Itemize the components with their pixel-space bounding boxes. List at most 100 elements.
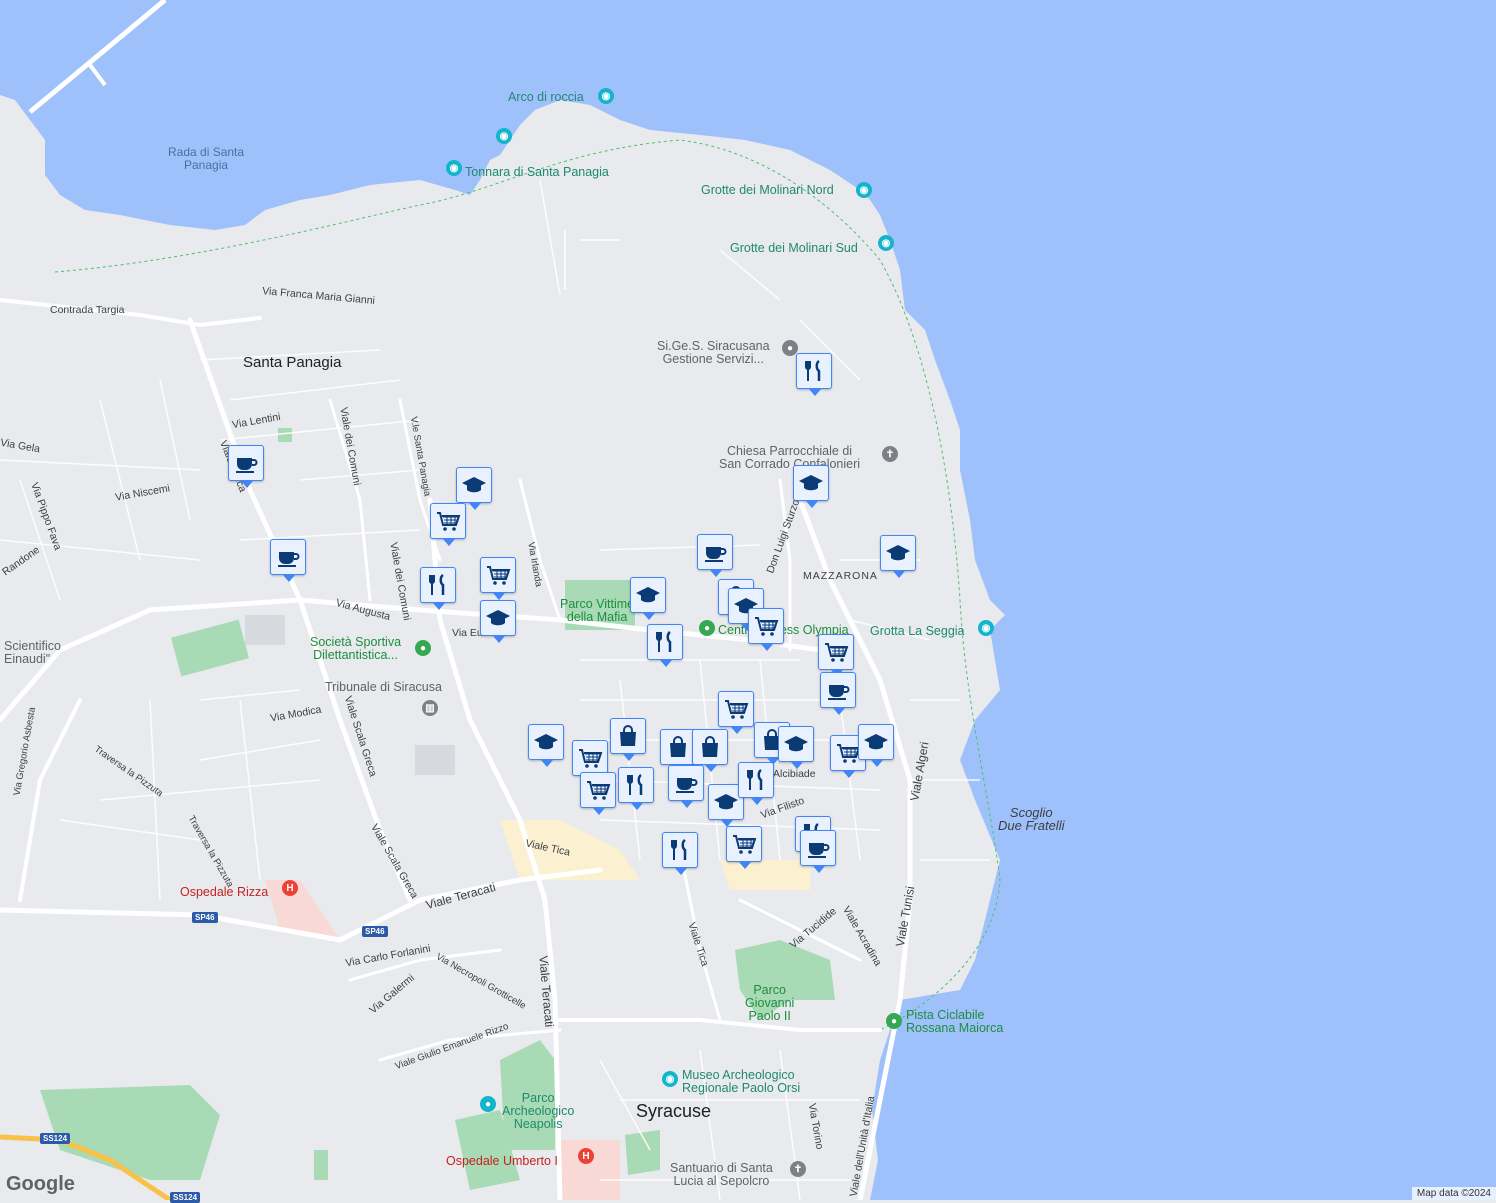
road-shield: SS124 xyxy=(170,1192,201,1203)
camera-icon[interactable]: ◉ xyxy=(446,160,462,176)
cafe-icon xyxy=(828,685,850,700)
grocery-marker[interactable] xyxy=(430,503,466,546)
restaurant-icon xyxy=(656,630,672,652)
shopping-marker[interactable] xyxy=(692,729,728,772)
syracuse-label: Syracuse xyxy=(636,1101,712,1121)
restaurant-marker[interactable] xyxy=(647,624,683,667)
santa-panagia-label: Santa Panagia xyxy=(243,354,342,371)
sigess-label: Si.Ge.S. Siracusana Gestione Servizi... xyxy=(657,339,770,366)
grocery-icon xyxy=(825,643,849,662)
road-shield: SS124 xyxy=(40,1133,71,1144)
commercial-zone-2 xyxy=(720,860,810,890)
societa-label: Società Sportiva Dilettantistica... xyxy=(310,635,402,662)
school-icon xyxy=(636,587,660,603)
school-marker[interactable] xyxy=(858,724,894,767)
school-icon xyxy=(864,734,888,750)
grocery-marker[interactable] xyxy=(818,634,854,677)
school-marker[interactable] xyxy=(630,577,666,620)
arco-label: Arco di roccia xyxy=(508,90,584,104)
restaurant-marker[interactable] xyxy=(662,832,698,875)
shopping-marker[interactable] xyxy=(660,729,696,772)
cafe-marker[interactable] xyxy=(270,539,306,582)
school-marker[interactable] xyxy=(793,465,829,508)
restaurant-icon xyxy=(671,838,687,860)
school-icon xyxy=(886,545,910,561)
cafe-marker[interactable] xyxy=(697,534,733,577)
church-icon[interactable]: ✝ xyxy=(790,1161,806,1177)
restaurant-icon xyxy=(805,359,821,381)
cafe-marker[interactable] xyxy=(820,672,856,715)
church-icon[interactable]: ✝ xyxy=(882,446,898,462)
cafe-icon xyxy=(278,552,300,567)
bike-icon[interactable]: ● xyxy=(886,1013,902,1029)
hospital-icon[interactable]: H xyxy=(282,880,298,896)
grocery-marker[interactable] xyxy=(580,772,616,815)
shopping-icon xyxy=(620,725,636,746)
map-attribution[interactable]: Map data ©2024 xyxy=(1411,1187,1496,1200)
fitness-icon[interactable]: ● xyxy=(699,620,715,636)
museum-icon[interactable]: ◉ xyxy=(662,1071,678,1087)
grotta-seggia-label: Grotta La Seggia xyxy=(870,624,965,638)
cafe-icon xyxy=(705,547,727,562)
mazzarona-label: MAZZARONA xyxy=(803,570,878,582)
building-block xyxy=(245,615,285,645)
tribunale-label: Tribunale di Siracusa xyxy=(325,680,442,694)
school-icon xyxy=(486,610,510,626)
camera-icon[interactable]: ◉ xyxy=(856,182,872,198)
scoglio-label: Scoglio Due Fratelli xyxy=(998,805,1065,833)
shopping-marker[interactable] xyxy=(610,718,646,761)
pista-label: Pista Ciclabile Rossana Maiorca xyxy=(906,1008,1004,1035)
grocery-marker[interactable] xyxy=(572,740,608,783)
molinari-sud-label: Grotte dei Molinari Sud xyxy=(730,241,858,255)
courthouse-icon[interactable]: ▥ xyxy=(422,700,438,716)
restaurant-icon xyxy=(627,773,643,795)
grocery-icon xyxy=(587,781,611,800)
shopping-icon xyxy=(702,736,718,757)
neapolis-label: Parco Archeologico Neapolis xyxy=(502,1091,575,1131)
parco-vittime-label: Parco Vittime della Mafia xyxy=(560,597,635,624)
cafe-icon xyxy=(676,778,698,793)
shopping-icon xyxy=(670,736,686,757)
school-icon xyxy=(462,477,486,493)
museo-label: Museo Archeologico Regionale Paolo Orsi xyxy=(682,1068,801,1095)
rada-label: Rada di Santa Panagia xyxy=(168,145,245,172)
grocery-icon xyxy=(733,835,757,854)
school-marker[interactable] xyxy=(880,535,916,578)
school-icon xyxy=(534,734,558,750)
restaurant-marker[interactable] xyxy=(738,762,774,805)
grocery-icon xyxy=(725,700,749,719)
road-label: Alcibiade xyxy=(773,768,816,780)
cafe-marker[interactable] xyxy=(800,830,836,873)
restaurant-marker[interactable] xyxy=(796,353,832,396)
cafe-icon xyxy=(236,458,258,473)
camera-icon[interactable]: ◉ xyxy=(878,235,894,251)
park-pin-icon[interactable]: ● xyxy=(480,1096,496,1112)
restaurant-icon xyxy=(429,573,445,595)
road-shield: SP46 xyxy=(192,912,218,923)
grocery-marker[interactable] xyxy=(726,826,762,869)
camera-icon[interactable]: ◉ xyxy=(496,128,512,144)
school-marker[interactable] xyxy=(528,724,564,767)
grocery-icon xyxy=(755,617,779,636)
grocery-marker[interactable] xyxy=(480,557,516,600)
school-marker[interactable] xyxy=(778,726,814,769)
road-shield: SP46 xyxy=(362,926,388,937)
cafe-marker[interactable] xyxy=(228,445,264,488)
hospital-icon[interactable]: H xyxy=(578,1148,594,1164)
school-icon xyxy=(799,475,823,491)
park-small-2 xyxy=(314,1150,328,1180)
grocery-marker[interactable] xyxy=(718,691,754,734)
restaurant-marker[interactable] xyxy=(618,767,654,810)
camera-icon[interactable]: ◉ xyxy=(598,88,614,104)
school-marker[interactable] xyxy=(456,467,492,510)
tonnara-label: Tonnara di Santa Panagia xyxy=(465,165,609,179)
sports-icon[interactable]: ● xyxy=(415,640,431,656)
restaurant-marker[interactable] xyxy=(420,567,456,610)
cafe-marker[interactable] xyxy=(668,765,704,808)
google-logo: Google xyxy=(6,1173,75,1195)
camera-icon[interactable]: ◉ xyxy=(978,620,994,636)
school-marker[interactable] xyxy=(480,600,516,643)
grocery-marker[interactable] xyxy=(748,608,784,651)
grocery-icon xyxy=(487,566,511,585)
cafe-icon xyxy=(808,843,830,858)
